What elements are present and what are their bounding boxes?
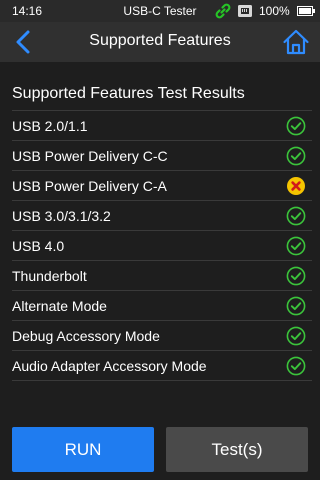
- feature-label: Audio Adapter Accessory Mode: [12, 358, 207, 374]
- feature-row: Alternate Mode: [12, 290, 312, 320]
- feature-label: USB Power Delivery C-A: [12, 178, 167, 194]
- feature-row: Debug Accessory Mode: [12, 320, 312, 350]
- feature-label: USB 4.0: [12, 238, 65, 254]
- home-icon[interactable]: [282, 28, 310, 56]
- pass-check-icon: [286, 206, 306, 226]
- feature-row: USB 4.0: [12, 230, 312, 260]
- link-icon: [215, 3, 231, 19]
- tests-button[interactable]: Test(s): [166, 427, 308, 472]
- run-button[interactable]: RUN: [12, 427, 154, 472]
- fail-x-icon: [287, 177, 305, 195]
- pass-check-icon: [286, 236, 306, 256]
- page-title: Supported Features: [89, 32, 231, 49]
- feature-row: USB 3.0/3.1/3.2: [12, 200, 312, 230]
- pass-check-icon: [286, 266, 306, 286]
- pass-check-icon: [286, 146, 306, 166]
- status-bar: 14:16 USB-C Tester 100%: [0, 0, 320, 22]
- feature-label: USB 2.0/1.1: [12, 118, 88, 134]
- pass-check-icon: [286, 326, 306, 346]
- feature-label: Debug Accessory Mode: [12, 328, 160, 344]
- pass-check-icon: [286, 356, 306, 376]
- battery-icon: [297, 6, 315, 16]
- feature-row: USB 2.0/1.1: [12, 110, 312, 140]
- feature-label: USB 3.0/3.1/3.2: [12, 208, 111, 224]
- section-title: Supported Features Test Results: [12, 85, 245, 102]
- feature-label: Thunderbolt: [12, 268, 87, 284]
- feature-row: USB Power Delivery C-A: [12, 170, 312, 200]
- pass-check-icon: [286, 296, 306, 316]
- ethernet-icon: [238, 5, 252, 17]
- feature-list: USB 2.0/1.1 USB Power Delivery C-C USB Pow…: [12, 110, 312, 381]
- feature-label: USB Power Delivery C-C: [12, 148, 168, 164]
- feature-label: Alternate Mode: [12, 298, 107, 314]
- pass-check-icon: [286, 116, 306, 136]
- feature-row: Audio Adapter Accessory Mode: [12, 350, 312, 381]
- battery-level: 100%: [259, 4, 290, 18]
- feature-row: Thunderbolt: [12, 260, 312, 290]
- header-bar: Supported Features: [0, 22, 320, 62]
- feature-row: USB Power Delivery C-C: [12, 140, 312, 170]
